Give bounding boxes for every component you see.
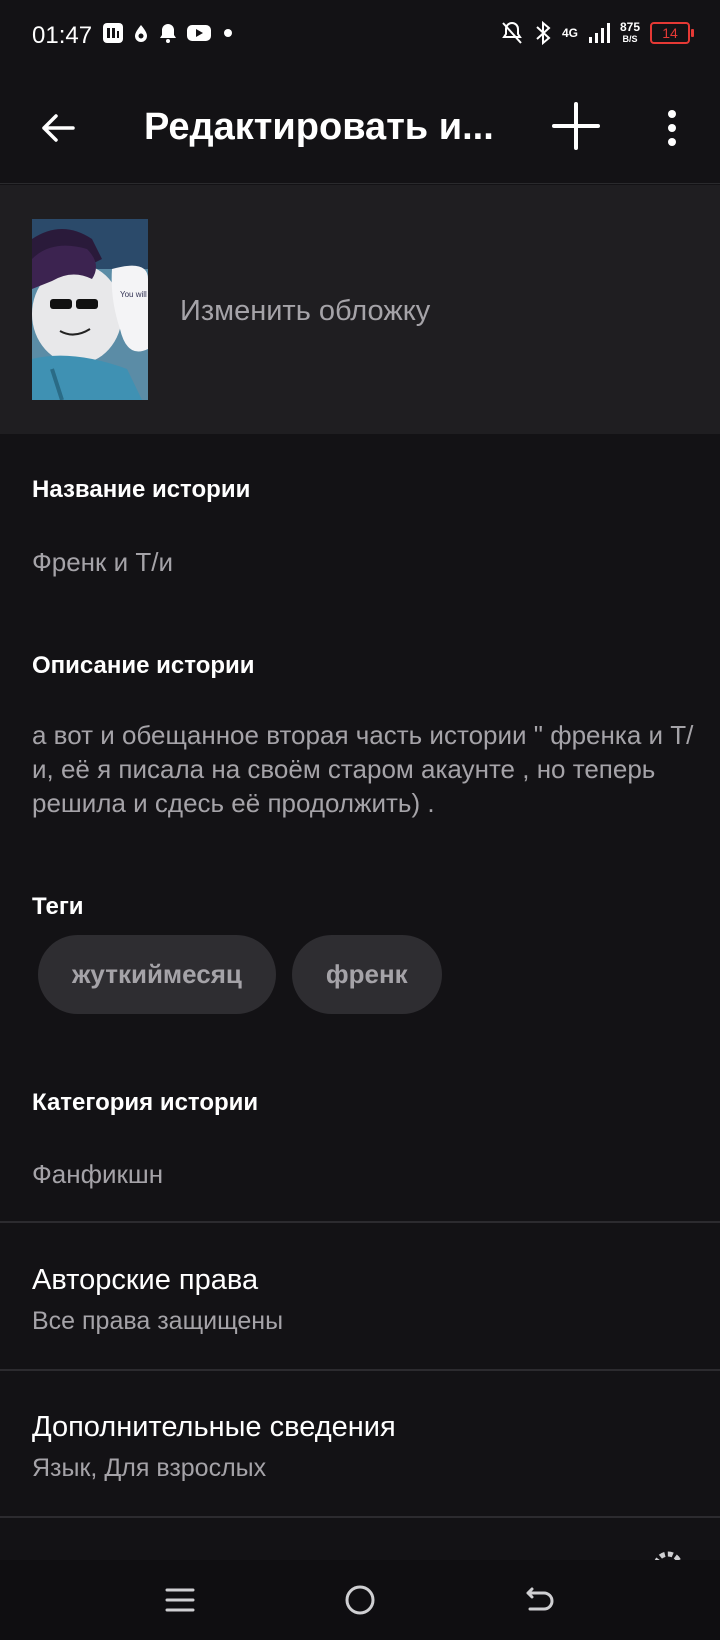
bell-off-icon <box>502 21 522 44</box>
dot-icon <box>224 29 232 37</box>
page-title: Редактировать и... <box>144 106 494 148</box>
status-system-icons: 4G 875 B/S 14 <box>500 20 694 46</box>
youtube-icon <box>187 25 211 41</box>
tags-label: Теги <box>32 893 84 920</box>
cover-section[interactable]: You will pretty cool it babe Изменить об… <box>0 185 720 434</box>
home-circle-icon <box>345 1585 375 1615</box>
tags-list: жуткиймесяц френк <box>38 935 442 1014</box>
net-speed-value: 875 <box>619 20 640 34</box>
app-bar: Редактировать и... <box>0 72 720 184</box>
cover-speech-text: You will pretty cool it babe <box>120 290 148 299</box>
tag-chip[interactable]: френк <box>291 935 442 1014</box>
more-vertical-icon <box>668 110 676 146</box>
copyright-value: Все права защищены <box>32 1307 284 1335</box>
cover-image[interactable]: You will pretty cool it babe <box>32 219 148 400</box>
system-nav-bar <box>0 1560 720 1640</box>
extra-info-title: Дополнительные сведения <box>32 1411 396 1443</box>
battery-icon: 14 <box>650 22 694 44</box>
divider <box>0 1369 720 1371</box>
add-part-button[interactable] <box>548 98 604 154</box>
menu-icon <box>165 1588 195 1612</box>
back-icon <box>526 1587 554 1611</box>
copyright-title: Авторские права <box>32 1264 259 1296</box>
drop-app-icon <box>135 25 147 42</box>
settings-icon <box>650 1548 686 1560</box>
bluetooth-icon <box>536 20 551 46</box>
back-button[interactable] <box>30 100 86 156</box>
category-field[interactable]: Фанфикшн <box>32 1159 163 1190</box>
extra-info-value: Язык, Для взрослых <box>32 1454 267 1482</box>
divider <box>0 1221 720 1223</box>
network-type: 4G <box>561 26 578 40</box>
battery-level: 14 <box>662 25 678 41</box>
tag-chip[interactable]: жуткиймесяц <box>38 935 276 1014</box>
nav-back-button[interactable] <box>518 1578 562 1622</box>
signal-icon <box>588 23 610 43</box>
status-time: 01:47 <box>32 22 93 49</box>
category-label: Категория истории <box>32 1089 259 1116</box>
bell-icon <box>160 24 176 43</box>
change-cover-label[interactable]: Изменить обложку <box>180 295 430 328</box>
nav-menu-button[interactable] <box>158 1578 202 1622</box>
story-description-label: Описание истории <box>32 652 255 679</box>
nav-home-button[interactable] <box>338 1578 382 1622</box>
status-notification-icons <box>102 22 236 44</box>
story-title-field[interactable]: Френк и Т/и <box>32 547 173 578</box>
status-bar: 01:47 4G 875 B/S 14 <box>0 0 720 72</box>
divider <box>0 1516 720 1518</box>
gallery-app-icon <box>103 23 123 43</box>
story-title-label: Название истории <box>32 476 251 503</box>
more-options-button[interactable] <box>652 100 692 156</box>
net-speed-unit: B/S <box>622 34 638 44</box>
plus-icon <box>552 102 600 150</box>
arrow-left-icon <box>42 114 75 142</box>
net-speed: 875 B/S <box>620 21 640 45</box>
story-description-field[interactable]: а вот и обещанное вторая часть истории "… <box>32 718 697 820</box>
